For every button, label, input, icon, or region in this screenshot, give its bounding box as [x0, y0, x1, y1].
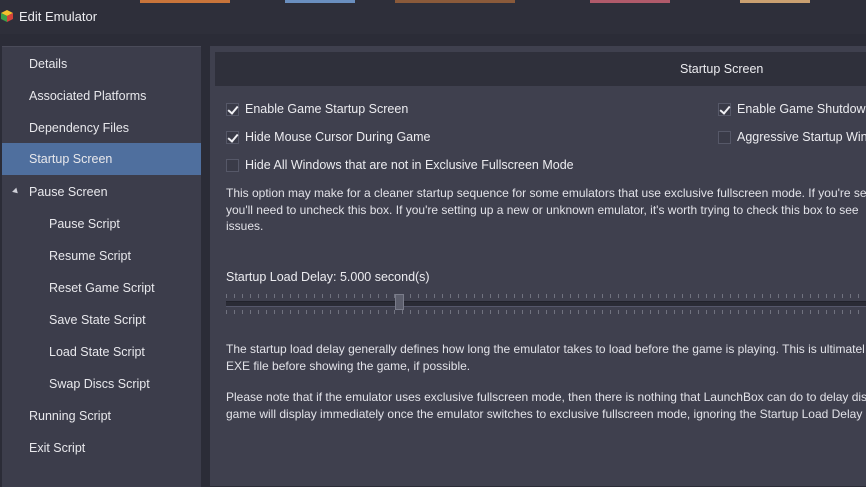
info-text-line: issues. — [226, 219, 264, 233]
note-text-line: Please note that if the emulator uses ex… — [226, 390, 866, 404]
note-text-line: game will display immediately once the e… — [226, 406, 866, 421]
panel-title: Startup Screen — [680, 62, 764, 76]
slider-ticks — [226, 294, 866, 298]
sidebar-item-label: Exit Script — [29, 441, 86, 455]
background-art-strip — [395, 0, 515, 3]
fullscreen-note-text: Please note that if the emulator uses ex… — [226, 389, 866, 422]
sidebar-item-label: Reset Game Script — [49, 281, 155, 295]
sidebar: Details Associated Platforms Dependency … — [2, 46, 201, 487]
sidebar-item-label: Resume Script — [49, 249, 131, 263]
info-text-line: This option may make for a cleaner start… — [226, 186, 866, 200]
sidebar-item-running-script[interactable]: Running Script — [2, 401, 201, 431]
delay-description-text: The startup load delay generally defines… — [226, 341, 865, 374]
sidebar-item-startup-screen[interactable]: Startup Screen — [2, 143, 201, 175]
checkmark-icon — [227, 103, 239, 115]
expand-arrow-icon[interactable] — [12, 187, 20, 196]
checkbox-label: Hide Mouse Cursor During Game — [245, 130, 431, 144]
sidebar-item-pause-script[interactable]: Pause Script — [2, 209, 201, 239]
background-art-strip — [285, 0, 355, 3]
info-text: This option may make for a cleaner start… — [226, 185, 866, 235]
sidebar-item-label: Pause Script — [49, 217, 120, 231]
sidebar-item-load-state-script[interactable]: Load State Script — [2, 337, 201, 367]
sidebar-item-resume-script[interactable]: Resume Script — [2, 241, 201, 271]
sidebar-item-label: Startup Screen — [29, 152, 113, 166]
delay-text-line: The startup load delay generally defines… — [226, 342, 865, 356]
sidebar-item-label: Associated Platforms — [29, 89, 147, 103]
sidebar-item-label: Load State Script — [49, 345, 145, 359]
window-title: Edit Emulator — [19, 9, 98, 24]
background-art-strip — [140, 0, 230, 3]
checkmark-icon — [227, 131, 239, 143]
checkbox-box[interactable] — [718, 131, 731, 144]
slider-track[interactable] — [226, 301, 866, 307]
checkbox-label: Aggressive Startup Wind — [737, 130, 866, 144]
sidebar-item-pause-screen[interactable]: Pause Screen — [2, 177, 201, 207]
background-art-strip — [590, 0, 670, 3]
panel-header: Startup Screen — [215, 52, 866, 86]
checkbox-label: Enable Game Shutdown — [737, 102, 866, 116]
sidebar-item-label: Pause Screen — [29, 185, 108, 199]
sidebar-item-label: Dependency Files — [29, 121, 130, 135]
checkbox-box[interactable] — [226, 159, 239, 172]
checkbox-box[interactable] — [226, 131, 239, 144]
info-text-line: you'll need to uncheck this box. If you'… — [226, 202, 859, 217]
sidebar-item-save-state-script[interactable]: Save State Script — [2, 305, 201, 335]
slider-thumb[interactable] — [395, 294, 404, 310]
sidebar-item-label: Swap Discs Script — [49, 377, 150, 391]
title-bar[interactable]: Edit Emulator — [0, 0, 866, 34]
sidebar-item-details[interactable]: Details — [2, 49, 201, 79]
sidebar-item-exit-script[interactable]: Exit Script — [2, 433, 201, 463]
checkbox-box[interactable] — [718, 103, 731, 116]
sidebar-item-dependency-files[interactable]: Dependency Files — [2, 113, 201, 143]
checkbox-box[interactable] — [226, 103, 239, 116]
startup-screen-panel: Startup Screen Enable Game Startup Scree… — [210, 46, 866, 486]
background-art-strip — [740, 0, 810, 3]
startup-load-delay-label: Startup Load Delay: 5.000 second(s) — [226, 270, 430, 284]
checkbox-label: Enable Game Startup Screen — [245, 102, 409, 116]
sidebar-item-reset-game-script[interactable]: Reset Game Script — [2, 273, 201, 303]
startup-load-delay-slider[interactable] — [226, 292, 866, 316]
sidebar-item-label: Running Script — [29, 409, 111, 423]
sidebar-item-swap-discs-script[interactable]: Swap Discs Script — [2, 369, 201, 399]
sidebar-item-label: Save State Script — [49, 313, 146, 327]
delay-text-line: EXE file before showing the game, if pos… — [226, 358, 471, 373]
sidebar-item-label: Details — [29, 57, 68, 71]
checkbox-label: Hide All Windows that are not in Exclusi… — [245, 158, 574, 172]
slider-ticks — [226, 310, 866, 314]
launchbox-cube-icon — [1, 10, 13, 22]
sidebar-item-associated-platforms[interactable]: Associated Platforms — [2, 81, 201, 111]
checkmark-icon — [719, 103, 731, 115]
